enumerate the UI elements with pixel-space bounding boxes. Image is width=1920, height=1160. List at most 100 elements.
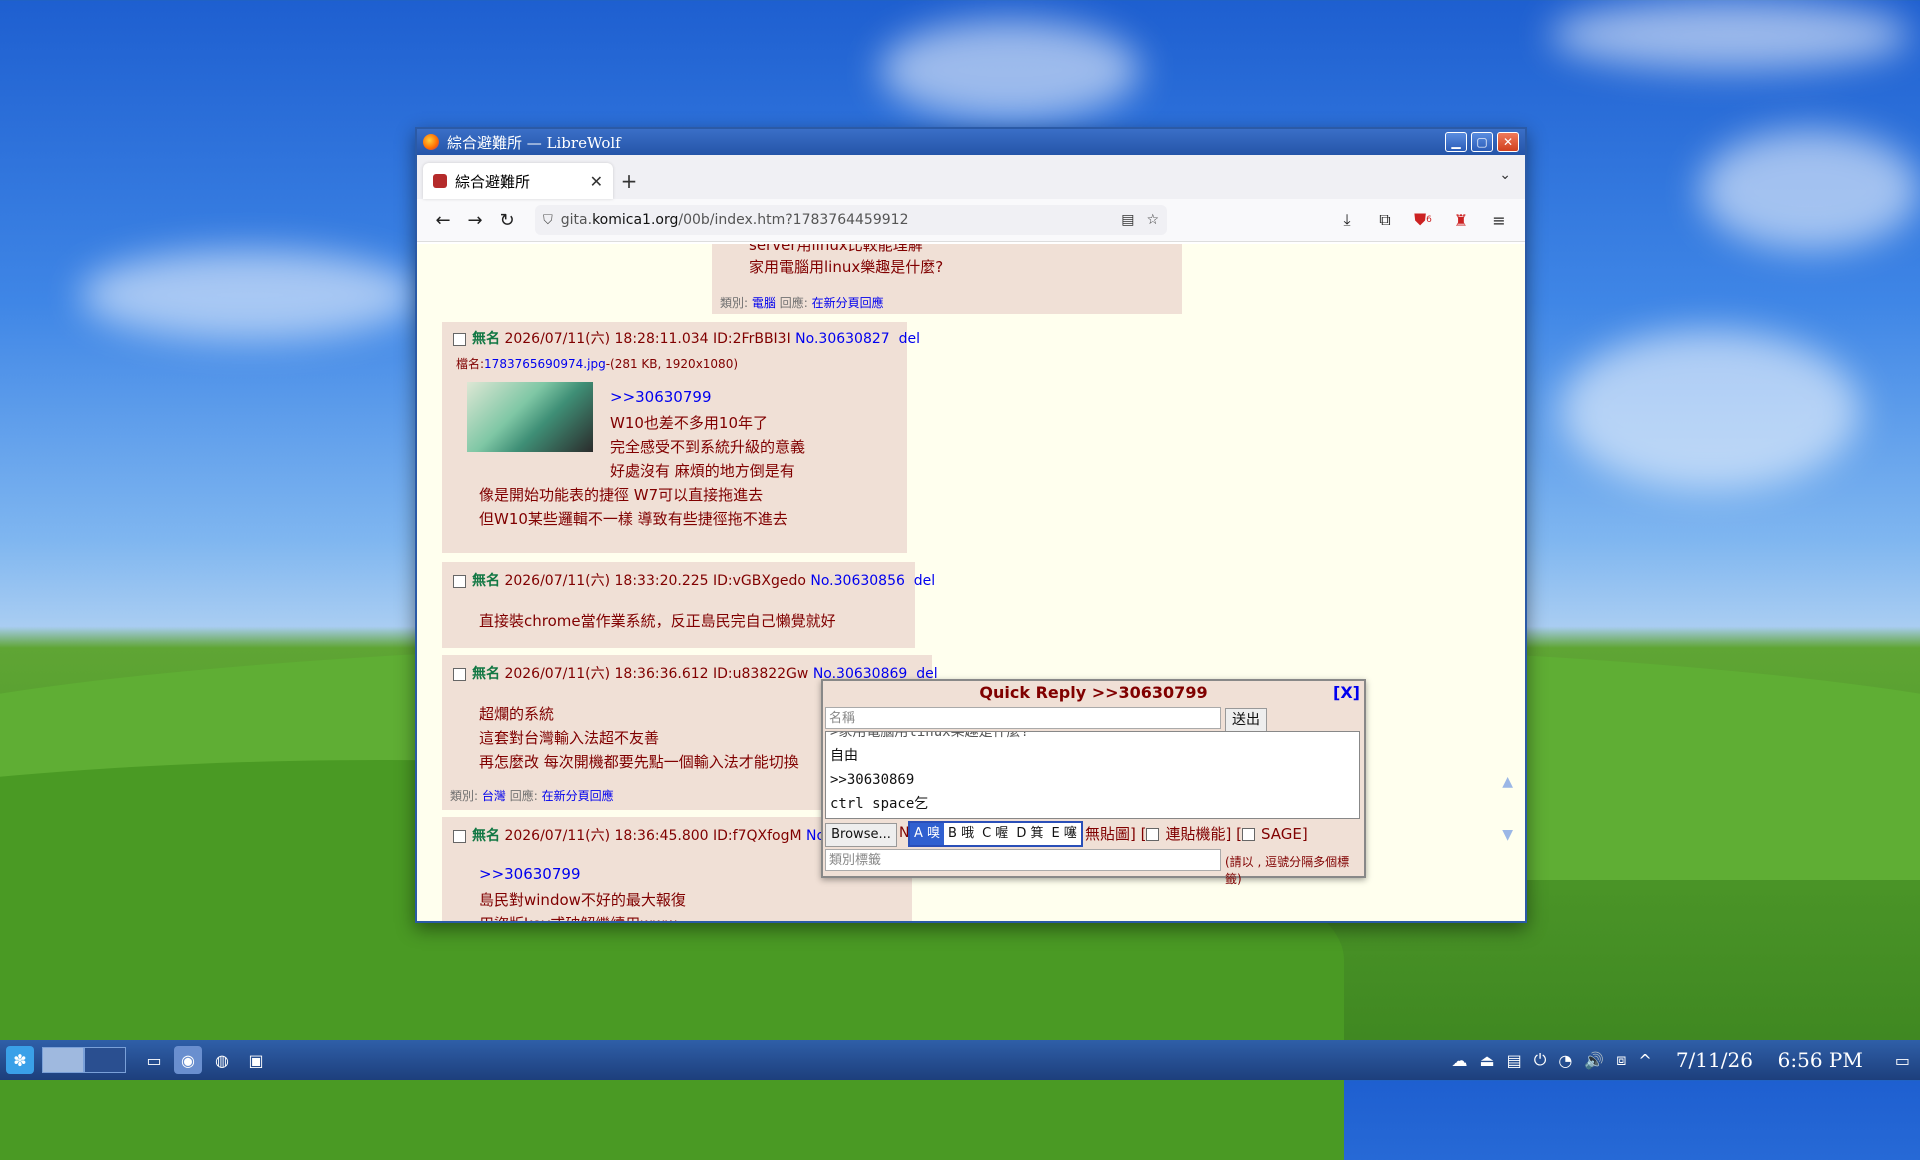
system-tray: ☁ ⏏ ▤ ⏻ ◔ 🔊 ⧈ ^ 7/11/26 6:56 PM ▭ [1439, 1048, 1920, 1072]
reply-textarea[interactable]: >家用電腦用linux樂趣是什麼? 自由 >>30630869 ctrl spa… [825, 731, 1360, 819]
textarea-line: >>30630869 [830, 772, 915, 788]
post-select-checkbox[interactable] [453, 829, 466, 843]
sage-checkbox[interactable] [1241, 828, 1255, 841]
category-tags-input[interactable]: 類別標籤 [825, 849, 1221, 871]
post-30630827: 無名 2026/07/11(六) 18:28:11.034 ID:2FrBBI3… [442, 322, 920, 553]
post-options: 無貼圖] [連貼機能] [SAGE] [1085, 825, 1308, 843]
show-desktop-icon[interactable]: ▭ [140, 1046, 168, 1074]
poster-name: 無名 [472, 331, 500, 347]
back-button[interactable]: ← [427, 204, 459, 236]
post-number-link[interactable]: No.30630856 [810, 573, 905, 589]
post-select-checkbox[interactable] [453, 667, 466, 681]
browse-file-button[interactable]: Browse... [825, 823, 897, 847]
post-text-line: 像是開始功能表的捷徑 W7可以直接拖進去 [479, 486, 764, 504]
bookmark-star-icon[interactable]: ☆ [1146, 212, 1159, 228]
poster-name: 無名 [472, 828, 500, 844]
maximize-button[interactable]: ▢ [1471, 132, 1493, 152]
browser-task-icon[interactable]: ◉ [174, 1046, 202, 1074]
quick-reply-panel: Quick Reply >>30630799 [X] 名稱 送出 >家用電腦用l… [821, 679, 1366, 886]
downloads-icon[interactable]: ⤓ [1331, 204, 1363, 236]
list-all-tabs-chevron-icon[interactable]: ⌄ [1499, 167, 1511, 183]
start-menu-icon[interactable]: ✽ [6, 1046, 34, 1074]
post-text-line: 家用電腦用linux樂趣是什麼? [749, 258, 944, 276]
textarea-line: 自由 [830, 748, 858, 764]
quote-link[interactable]: >>30630799 [479, 865, 580, 883]
librewolf-icon [423, 134, 439, 150]
scroll-down-arrow-icon[interactable]: ▼ [1502, 827, 1513, 843]
cloud-sync-icon[interactable]: ☁ [1451, 1051, 1467, 1070]
category-link[interactable]: 電腦 [752, 296, 776, 310]
desktop-2[interactable] [84, 1047, 126, 1073]
tracking-protection-shield-icon[interactable]: ⛉ [543, 213, 553, 228]
scroll-up-arrow-icon[interactable]: ▲ [1502, 774, 1513, 790]
tab-label: 綜合避難所 [455, 172, 531, 191]
show-desktop-corner-icon[interactable]: ▭ [1895, 1051, 1910, 1070]
tab-komica[interactable]: 綜合避難所 ✕ [423, 163, 613, 199]
post-thumbnail-image[interactable] [467, 382, 593, 452]
post-text-line: 但W10某些邏輯不一樣 導致有些捷徑拖不進去 [479, 510, 788, 528]
ime-candidate[interactable]: A 嗅 [910, 823, 945, 845]
post-text-line: 好處沒有 麻煩的地方倒是有 [610, 462, 795, 480]
taskbar: ✽ ▭ ◉ ◍ ▣ ☁ ⏏ ▤ ⏻ ◔ 🔊 ⧈ ^ 7/11/26 6:56 P… [0, 1040, 1920, 1080]
reload-button[interactable]: ↻ [491, 204, 523, 236]
network-icon[interactable]: ◔ [1558, 1051, 1572, 1070]
post-footer: 類別: 台灣 回應: 在新分頁回應 [450, 789, 614, 803]
desktop-1[interactable] [42, 1047, 84, 1073]
post-header: 無名 2026/07/11(六) 18:33:20.225 ID:vGBXged… [453, 570, 935, 590]
post-datetime: 2026/07/11(六) 18:28:11.034 ID:2FrBBI3I [504, 331, 791, 347]
firefox-launcher-icon[interactable]: ◍ [208, 1046, 236, 1074]
post-select-checkbox[interactable] [453, 574, 466, 588]
reply-new-tab-link[interactable]: 在新分頁回應 [812, 296, 884, 310]
minimize-button[interactable]: ▁ [1445, 132, 1467, 152]
title-bar[interactable]: 綜合避難所 — LibreWolf ▁ ▢ ✕ [417, 129, 1525, 155]
reader-view-icon[interactable]: ▤ [1121, 212, 1134, 228]
ublock-origin-icon[interactable]: ⛊ 6 [1407, 204, 1439, 236]
clipboard-icon[interactable]: ▤ [1507, 1051, 1522, 1070]
post-datetime: 2026/07/11(六) 18:33:20.225 ID:vGBXgedo [504, 573, 806, 589]
poster-name: 無名 [472, 666, 500, 682]
post-30630856: 無名 2026/07/11(六) 18:33:20.225 ID:vGBXged… [442, 562, 935, 648]
file-link[interactable]: 1783765690974.jpg [484, 357, 606, 371]
tab-close-icon[interactable]: ✕ [590, 172, 603, 191]
delete-link[interactable]: del [914, 573, 935, 589]
usb-icon[interactable]: ⏏ [1479, 1051, 1494, 1070]
extension-addon-icon[interactable]: ♜ [1445, 204, 1477, 236]
app-launcher-icon[interactable]: ▣ [242, 1046, 270, 1074]
post-text-line: 再怎麼改 每次開機都要先點一個輸入法才能切換 [479, 753, 799, 771]
link-feature-checkbox[interactable] [1146, 828, 1160, 841]
quote-link[interactable]: >>30630799 [610, 388, 711, 406]
ime-candidate[interactable]: B 哦 [944, 823, 978, 845]
post-partial: server用linux比較能理解 家用電腦用linux樂趣是什麼? 類別: 電… [712, 244, 1182, 314]
forward-button[interactable]: → [459, 204, 491, 236]
category-hint: (請以 , 逗號分隔多個標籤) [1225, 855, 1350, 886]
url-bar[interactable]: ⛉ gita.komica1.org/00b/index.htm?1783764… [535, 205, 1167, 235]
send-button[interactable]: 送出 [1225, 708, 1267, 732]
ime-candidate[interactable]: D 箕 [1012, 823, 1047, 845]
close-window-button[interactable]: ✕ [1497, 132, 1519, 152]
tray-expand-chevron-icon[interactable]: ^ [1638, 1051, 1651, 1070]
desktop-pager[interactable] [42, 1047, 126, 1073]
post-text-line: 用盜版key或破解繼續用www [479, 913, 677, 921]
post-datetime: 2026/07/11(六) 18:36:45.800 ID:f7QXfogM [504, 828, 802, 844]
post-text-line: 島民對window不好的最大報復 [479, 891, 686, 909]
url-text: gita.komica1.org/00b/index.htm?178376445… [560, 212, 909, 228]
tab-strip: 綜合避難所 ✕ + ⌄ [417, 155, 1525, 199]
category-link[interactable]: 台灣 [482, 789, 506, 803]
extensions-icon[interactable]: ⧉ [1369, 204, 1401, 236]
volume-icon[interactable]: 🔊 [1584, 1051, 1604, 1070]
quick-reply-close-button[interactable]: [X] [1333, 683, 1360, 702]
taskbar-clock[interactable]: 7/11/26 6:56 PM [1664, 1048, 1863, 1072]
display-icon[interactable]: ⧈ [1616, 1050, 1626, 1070]
post-select-checkbox[interactable] [453, 332, 466, 346]
new-tab-button[interactable]: + [613, 163, 645, 199]
reply-new-tab-link[interactable]: 在新分頁回應 [542, 789, 614, 803]
delete-link[interactable]: del [899, 331, 920, 347]
ime-candidate[interactable]: C 喔 [978, 823, 1012, 845]
quick-reply-title[interactable]: Quick Reply >>30630799 [823, 683, 1364, 702]
post-number-link[interactable]: No.30630827 [795, 331, 890, 347]
ublock-badge: 6 [1426, 215, 1432, 225]
app-menu-icon[interactable]: ≡ [1483, 204, 1515, 236]
name-input[interactable]: 名稱 [825, 707, 1221, 729]
power-icon[interactable]: ⏻ [1534, 1050, 1547, 1070]
ime-candidate[interactable]: E 噻 [1047, 823, 1080, 845]
